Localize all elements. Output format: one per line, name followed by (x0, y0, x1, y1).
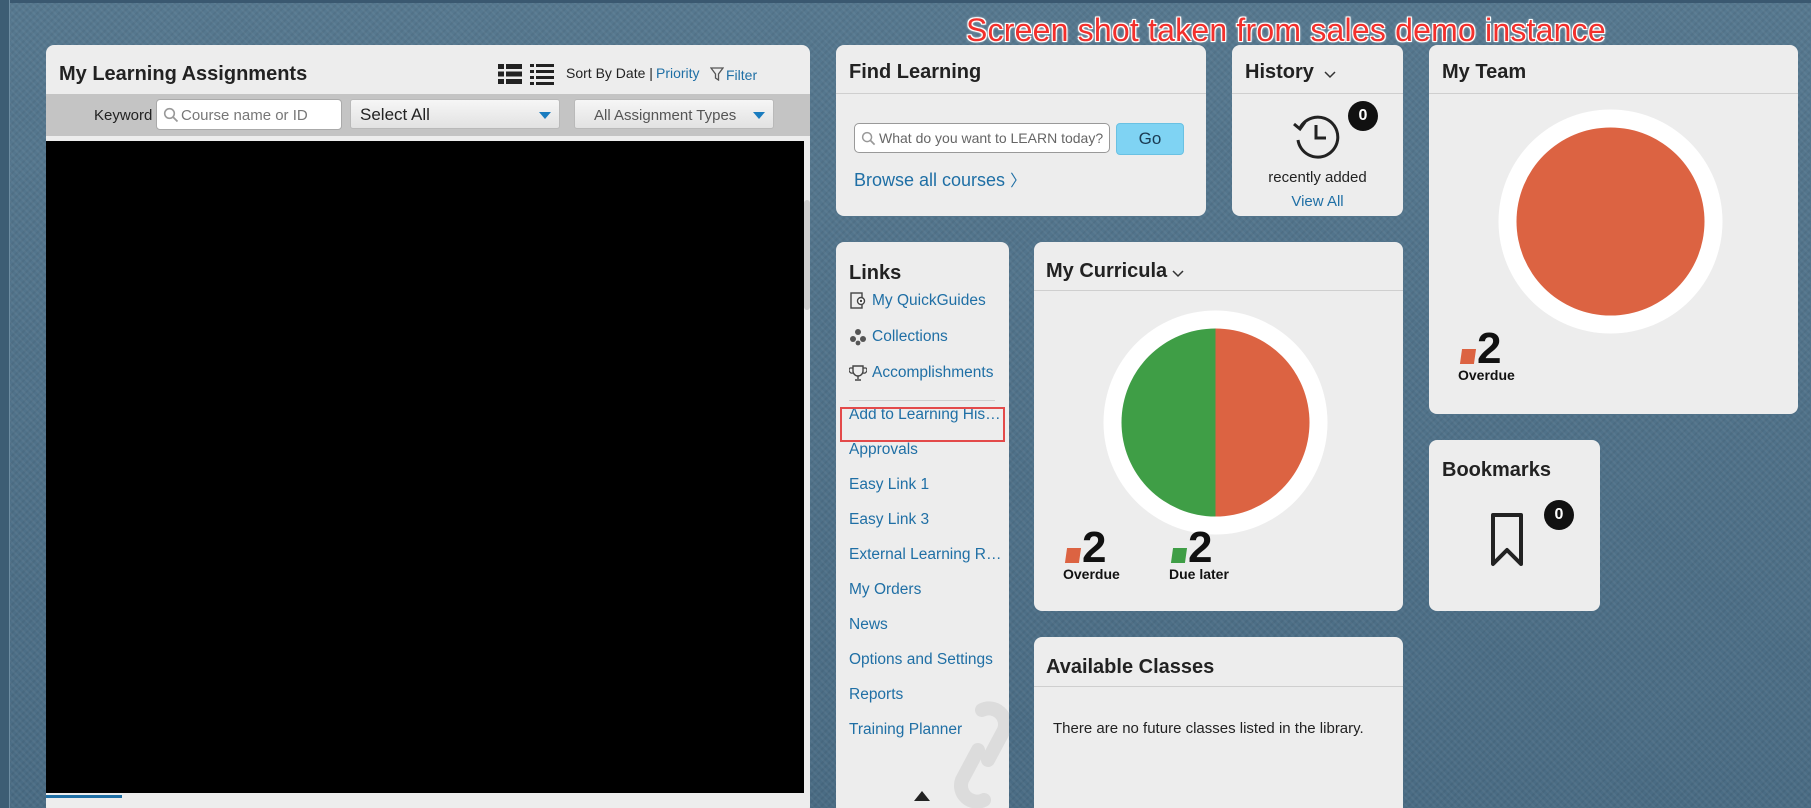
history-view-all-link[interactable]: View All (1232, 193, 1403, 210)
chevron-right-icon: 〉 (1010, 173, 1027, 190)
due-later-label: Due later (1169, 566, 1229, 582)
bookmark-icon (1489, 512, 1525, 568)
divider (1034, 686, 1403, 687)
link-label: Collections (872, 328, 948, 345)
go-button[interactable]: Go (1116, 123, 1184, 155)
collections-icon (849, 328, 867, 346)
search-icon (163, 107, 179, 123)
card-title: My Team (1442, 61, 1527, 83)
bookmarks-count-badge: 0 (1544, 500, 1574, 530)
due-later-count: 2 (1188, 523, 1213, 572)
my-curricula-card: My Curricula 2 Overdue 2 Due later (1034, 242, 1403, 611)
link-label: Options and Settings (849, 651, 993, 668)
keyword-search-input[interactable]: Course name or ID (156, 99, 342, 130)
chevron-down-icon[interactable] (1324, 67, 1336, 79)
chevron-down-icon (753, 112, 765, 119)
link-label: Easy Link 3 (849, 511, 930, 528)
assignment-type-select[interactable]: All Assignment Types (574, 99, 774, 129)
link-label: Accomplishments (872, 364, 994, 381)
overdue-swatch (1459, 349, 1477, 364)
link-label: Training Planner (849, 721, 963, 738)
card-title: My Learning Assignments (59, 63, 308, 85)
divider (1232, 93, 1403, 94)
assignment-list-redacted (46, 141, 804, 793)
left-edge (0, 0, 10, 808)
find-learning-card: Find Learning What do you want to LEARN … (836, 45, 1206, 216)
curricula-pie-chart (1103, 310, 1328, 535)
card-title: Bookmarks (1442, 459, 1551, 481)
scroll-up-icon[interactable] (914, 788, 930, 801)
trophy-icon (848, 364, 868, 382)
chevron-down-icon[interactable] (1172, 266, 1184, 278)
link-watermark-icon (948, 700, 1009, 808)
card-title: My Curricula (1046, 260, 1168, 282)
divider (1034, 290, 1403, 291)
keyword-label: Keyword (94, 107, 153, 124)
overdue-count: 2 (1477, 324, 1502, 373)
link-label: Easy Link 1 (849, 476, 930, 493)
links-card: Links My QuickGuides Collections Accomplis… (836, 242, 1009, 808)
browse-all-courses-link[interactable]: Browse all courses 〉 (854, 167, 1026, 191)
history-caption: recently added (1268, 169, 1367, 186)
scrollbar[interactable] (804, 200, 810, 310)
highlight-box (840, 407, 1005, 442)
status-select[interactable]: Select All (350, 99, 560, 129)
overdue-label: Overdue (1063, 566, 1120, 582)
link-label: My Orders (849, 581, 922, 598)
annotation-banner: Screen shot taken from sales demo instan… (966, 12, 1606, 48)
overdue-swatch (1064, 548, 1082, 563)
due-later-swatch (1170, 548, 1188, 563)
link-label: Reports (849, 686, 904, 703)
list-view-icon[interactable] (498, 63, 522, 85)
learn-search-input[interactable]: What do you want to LEARN today? (854, 123, 1110, 153)
search-icon (861, 131, 876, 146)
assignment-toolbar: Keyword Course name or ID Select All All… (46, 94, 810, 136)
learning-assignments-card: My Learning Assignments Sort By Date | P… (46, 45, 810, 808)
assignment-type-value: All Assignment Types (594, 107, 737, 124)
divider (836, 93, 1206, 94)
learn-search-placeholder: What do you want to LEARN today? (879, 130, 1104, 146)
link-label: My QuickGuides (872, 292, 986, 309)
search-placeholder: Course name or ID (181, 107, 308, 124)
card-title: Links (849, 262, 902, 284)
pie-slice-overdue[interactable] (1516, 127, 1705, 316)
sort-priority-link[interactable]: Priority (656, 65, 700, 81)
history-count-badge: 0 (1348, 101, 1378, 131)
bookmarks-card: Bookmarks 0 (1429, 440, 1600, 611)
card-title: History (1245, 61, 1314, 83)
overdue-count: 2 (1082, 523, 1107, 572)
link-label: External Learning R… (849, 546, 1002, 563)
links-separator (849, 400, 995, 401)
chevron-down-icon (539, 112, 551, 119)
card-title: Available Classes (1046, 656, 1215, 678)
bottom-tab[interactable] (46, 795, 122, 798)
no-classes-message: There are no future classes listed in th… (1053, 720, 1364, 737)
available-classes-card: Available Classes There are no future cl… (1034, 637, 1403, 808)
link-label: Approvals (849, 441, 918, 458)
sort-by-date[interactable]: Sort By Date | (566, 65, 653, 81)
filter-icon[interactable] (709, 67, 725, 82)
my-team-card: My Team 2 Overdue (1429, 45, 1798, 414)
overdue-label: Overdue (1458, 367, 1515, 383)
top-border (0, 0, 1811, 3)
card-title: Find Learning (849, 61, 982, 83)
divider (1429, 93, 1798, 94)
browse-label: Browse all courses (854, 170, 1006, 190)
link-label: News (849, 616, 888, 633)
status-select-value: Select All (360, 105, 430, 124)
filter-link[interactable]: Filter (726, 67, 757, 83)
detail-list-view-icon[interactable] (530, 63, 554, 85)
history-icon (1290, 110, 1342, 162)
quickguide-icon (849, 292, 867, 310)
team-pie-chart (1498, 109, 1723, 334)
history-card: History 0 recently added View All (1232, 45, 1403, 216)
